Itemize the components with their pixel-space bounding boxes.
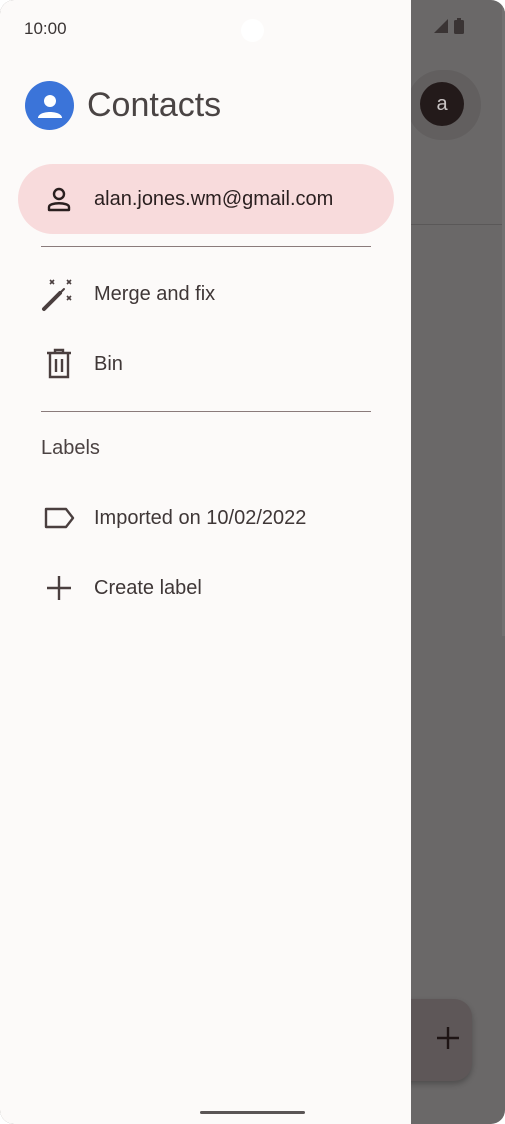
gesture-nav-handle[interactable] [200,1111,305,1114]
person-outline-icon [42,182,76,216]
magic-wand-icon [41,278,75,312]
status-icons [434,18,464,39]
signal-icon [434,19,448,38]
plus-icon [42,571,76,605]
background-divider [411,224,505,225]
status-time: 10:00 [24,19,67,38]
account-email: alan.jones.wm@gmail.com [94,188,334,210]
camera-cutout [241,19,264,42]
phone-screen: a 10:00 Contacts alan.jones.wm@gmail.com… [0,0,505,1124]
plus-icon [436,1026,460,1055]
labels-section-header: Labels [41,437,100,459]
battery-icon [454,18,464,39]
background-account-avatar[interactable]: a [420,82,464,126]
navigation-drawer: 10:00 Contacts alan.jones.wm@gmail.com M… [0,0,411,1124]
divider [41,411,371,412]
app-title: Contacts [87,86,222,124]
merge-and-fix-label[interactable]: Merge and fix [94,281,215,307]
divider [41,246,371,247]
contacts-logo-icon [25,81,74,130]
bin-label[interactable]: Bin [94,351,123,377]
label-outline-icon [43,501,77,535]
imported-label-item[interactable]: Imported on 10/02/2022 [94,505,306,531]
trash-icon [42,347,76,381]
create-label-item[interactable]: Create label [94,575,202,601]
